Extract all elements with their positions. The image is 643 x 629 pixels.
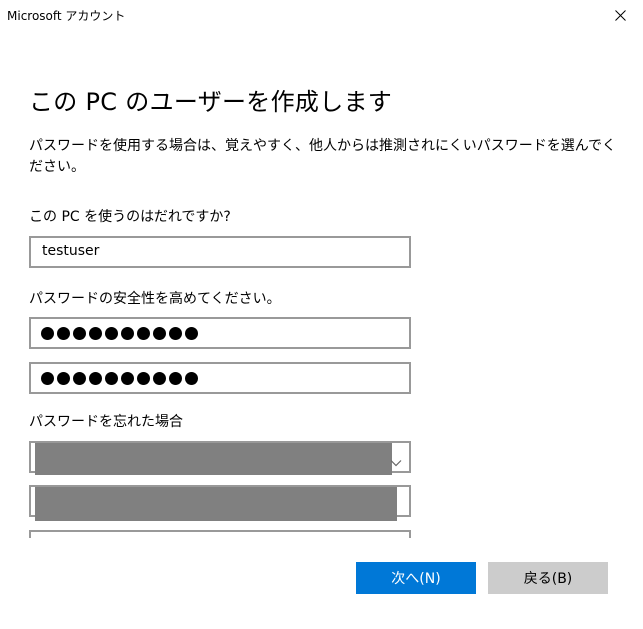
password-mask — [41, 322, 198, 340]
microsoft-account-window: Microsoft アカウント この PC のユーザーを作成します パスワードを… — [0, 0, 643, 629]
security-answer-field[interactable] — [29, 485, 411, 521]
redacted-answer — [35, 487, 397, 521]
title-bar: Microsoft アカウント — [0, 0, 643, 30]
password-confirm-field[interactable] — [29, 362, 411, 394]
username-label: この PC を使うのはだれですか? — [29, 209, 231, 225]
password-label: パスワードの安全性を高めてください。 — [29, 291, 281, 307]
window-title: Microsoft アカウント — [7, 9, 126, 23]
close-button[interactable] — [597, 0, 643, 30]
recovery-label: パスワードを忘れた場合 — [29, 414, 183, 430]
back-button[interactable]: 戻る(B) — [488, 562, 608, 594]
username-value: testuser — [42, 243, 100, 259]
password-field[interactable] — [29, 317, 411, 349]
next-button[interactable]: 次へ(N) — [356, 562, 476, 594]
page-title: この PC のユーザーを作成します — [29, 88, 393, 116]
redacted-question — [35, 443, 392, 475]
username-field[interactable]: testuser — [29, 236, 411, 268]
password-confirm-mask — [41, 367, 198, 385]
close-icon — [614, 6, 626, 25]
chevron-down-icon — [390, 452, 402, 471]
page-description: パスワードを使用する場合は、覚えやすく、他人からは推測されにくいパスワードを選ん… — [29, 138, 617, 175]
security-question-dropdown-2[interactable] — [29, 530, 411, 538]
security-question-dropdown[interactable] — [29, 441, 411, 475]
